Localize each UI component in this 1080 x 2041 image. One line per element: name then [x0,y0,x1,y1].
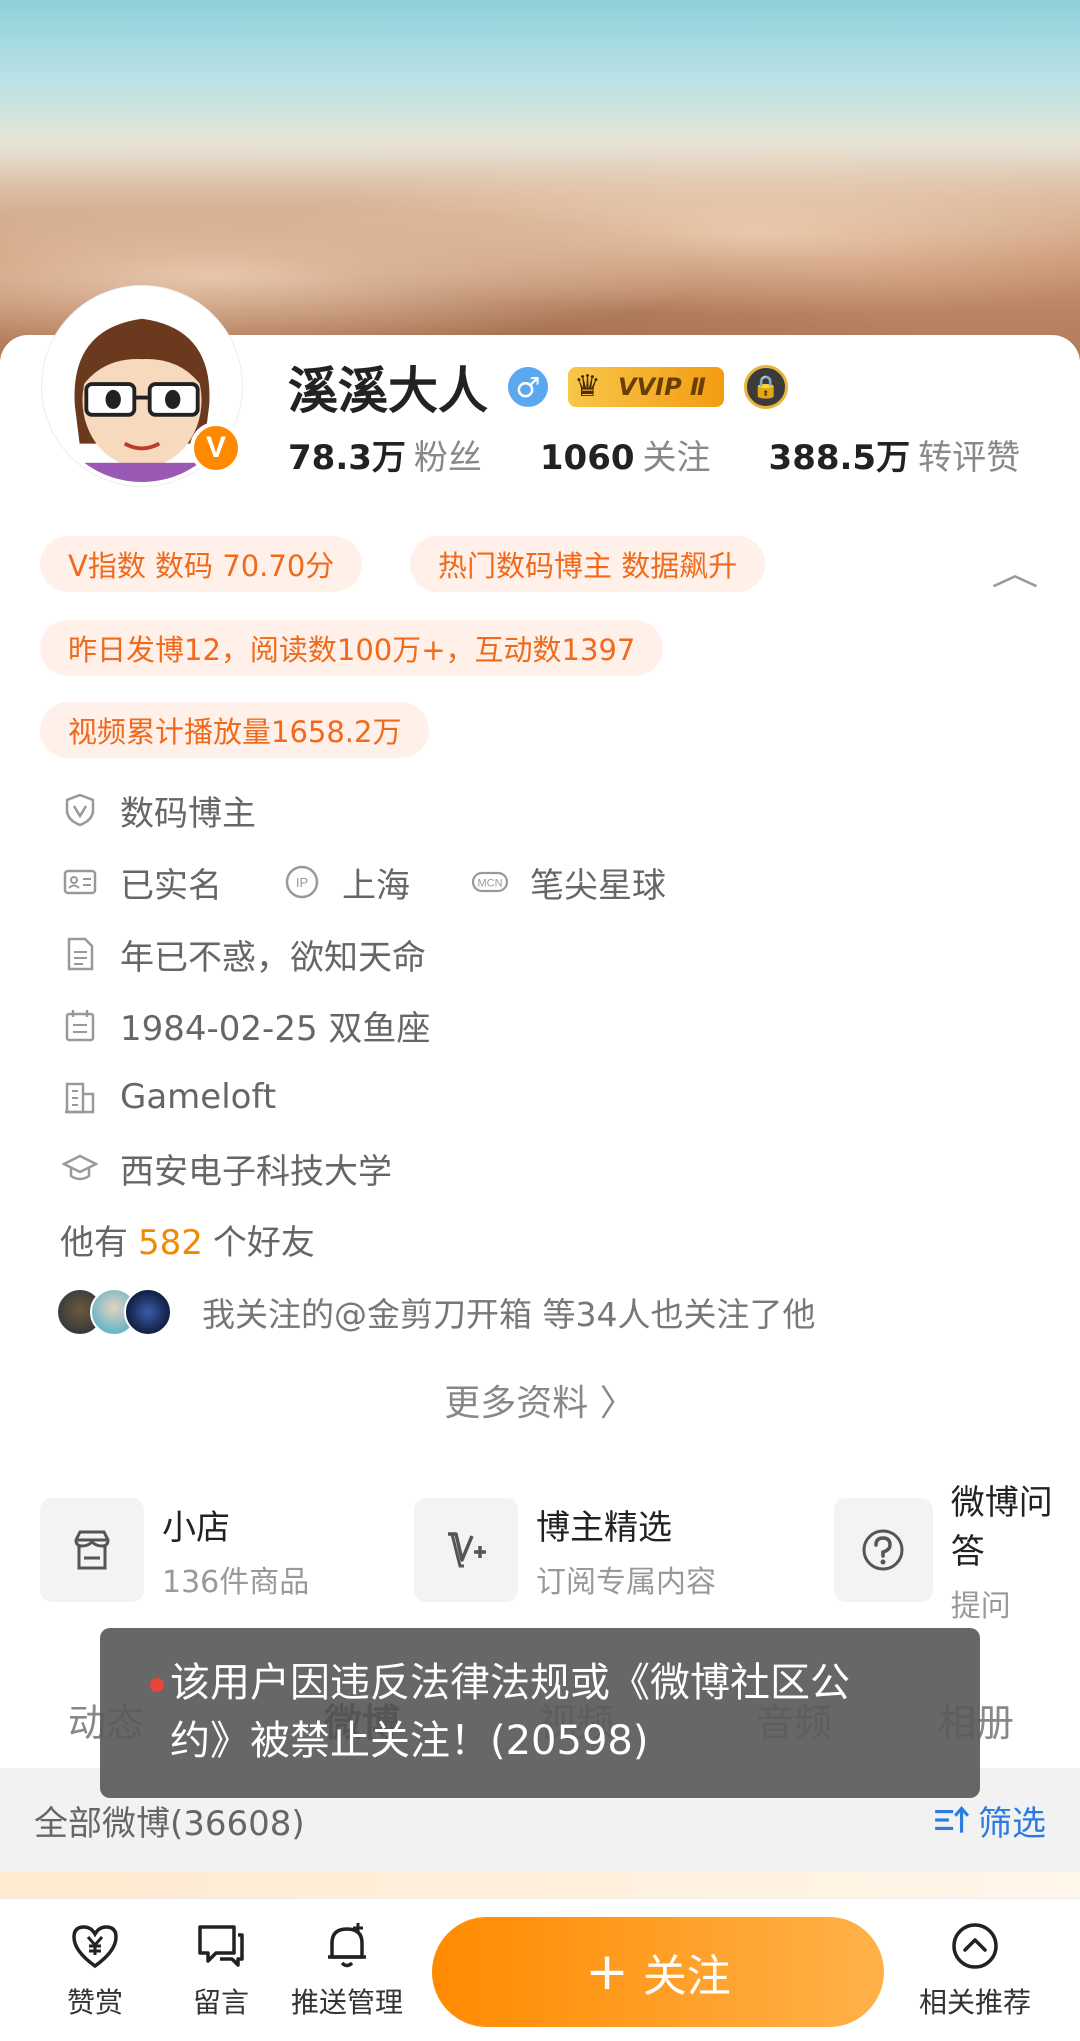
chat-bubble-icon [198,1925,244,1967]
mutual-avatar-3 [124,1288,172,1336]
message-label: 留言 [192,1986,249,2019]
all-posts-count[interactable]: 全部微博(36608) [34,1796,305,1845]
filter-icon [935,1805,970,1833]
real-name-segment: 已实名 [60,858,222,907]
mcn-text: 笔尖星球 [530,865,666,906]
toast-dot [150,1678,164,1692]
plus-icon: + [585,1942,629,2002]
tag-hot-blogger[interactable]: 热门数码博主 数据飙升 [410,536,766,592]
stats-row: 78.3万 粉丝 1060 关注 388.5万 转评赞 [288,430,1020,479]
shield-v-icon [60,790,100,830]
stat-following-label: 关注 [642,438,711,478]
bio-text: 年已不惑，欲知天命 [120,937,426,978]
stat-following[interactable]: 1060 关注 [540,430,711,479]
ip-icon: IP [282,862,322,902]
related-label: 相关推荐 [918,1986,1031,2019]
friends-count: 582 [138,1223,203,1263]
toast-line-2: 约》被禁止关注！(20598) [170,1718,649,1764]
info-bio: 年已不惑，欲知天命 [60,929,426,979]
certification-text: 数码博主 [120,793,256,834]
document-icon [60,934,100,974]
tag-video-plays[interactable]: 视频累计播放量1658.2万 [40,702,430,758]
info-company: Gameloft [60,1072,276,1122]
filter-button[interactable]: 筛选 [932,1796,1046,1845]
filter-label: 筛选 [978,1803,1046,1844]
bell-plus-icon [328,1923,366,1968]
stat-interactions-value: 388.5万 [768,438,911,478]
feature-shop-subtitle: 136件商品 [162,1564,310,1600]
feed-preview-strip [0,1872,1080,1900]
mutual-follow-text: 我关注的@金剪刀开箱 等34人也关注了他 [202,1295,816,1334]
chevron-up-icon[interactable]: ︿ [991,546,1039,595]
calendar-icon [60,1005,100,1045]
mcn-segment[interactable]: MCN 笔尖星球 [470,858,666,907]
friends-prefix: 他有 [60,1223,128,1263]
feature-qa[interactable]: 微博问答 提问 [834,1483,1080,1624]
ip-location-text: 上海 [342,865,410,906]
stat-fans-value: 78.3万 [288,438,406,478]
reward-label: 赞赏 [66,1986,123,2019]
info-school: 西安电子科技大学 [60,1143,392,1193]
friends-count-row[interactable]: 他有 582 个好友 [60,1215,315,1264]
building-icon [60,1077,100,1117]
real-name-text: 已实名 [120,865,222,906]
mcn-icon: MCN [470,862,510,902]
name-row: 溪溪大人 ♂ ♛ VVIP Ⅱ 🔒 [288,352,788,422]
stat-interactions[interactable]: 388.5万 转评赞 [769,430,1021,479]
feature-shop[interactable]: 小店 136件商品 [40,1498,309,1602]
ip-segment: IP 上海 [282,858,410,907]
push-settings-button[interactable]: 推送管理 [282,1919,412,2021]
v-plus-icon [414,1498,518,1602]
birthday-text: 1984-02-25 双鱼座 [120,1008,431,1049]
feature-qa-title: 微博问答 [950,1483,1053,1572]
verified-v-badge: V [190,422,242,474]
friends-suffix: 个好友 [212,1223,315,1263]
push-label: 推送管理 [290,1986,403,2019]
mutual-follow-row[interactable]: 我关注的@金剪刀开箱 等34人也关注了他 [56,1286,815,1338]
info-identity-row: 已实名 IP 上海 MCN 笔尖星球 [60,857,726,907]
tag-v-index[interactable]: V指数 数码 70.70分 [40,536,363,592]
vvip-badge[interactable]: ♛ VVIP Ⅱ [568,367,724,407]
info-birthday: 1984-02-25 双鱼座 [60,1000,430,1050]
feature-curated-subtitle: 订阅专属内容 [536,1564,716,1600]
related-recommend-button[interactable]: 相关推荐 [900,1919,1050,2021]
stat-interactions-label: 转评赞 [918,438,1021,478]
message-button[interactable]: 留言 [156,1919,286,2021]
vvip-label: VVIP Ⅱ [618,373,706,401]
feature-shop-title: 小店 [162,1507,230,1548]
svg-text:IP: IP [296,875,308,890]
bottom-action-bar: 赞赏 留言 推送管理 + 关注 相关推荐 [0,1898,1080,2041]
graduation-cap-icon [60,1148,100,1188]
tag-yesterday-stats[interactable]: 昨日发博12，阅读数100万+，互动数1397 [40,620,664,676]
medal-lock-icon[interactable]: 🔒 [743,365,788,409]
male-gender-icon: ♂ [508,367,548,407]
feature-qa-subtitle: 提问 [950,1589,1011,1624]
info-certification: 数码博主 [60,785,256,835]
id-card-icon [60,862,100,902]
question-icon [834,1498,933,1602]
error-toast: 该用户因违反法律法规或《微博社区公 约》被禁止关注！(20598) [100,1628,980,1798]
feature-curated-title: 博主精选 [536,1507,672,1548]
stat-fans[interactable]: 78.3万 粉丝 [288,430,482,479]
heart-yen-icon [72,1925,118,1969]
stat-fans-label: 粉丝 [413,438,482,478]
school-text: 西安电子科技大学 [120,1151,392,1192]
store-icon [40,1498,144,1602]
crown-icon: ♛ [574,369,601,404]
follow-button[interactable]: + 关注 [432,1917,884,2027]
reward-button[interactable]: 赞赏 [30,1919,160,2021]
toast-line-1: 该用户因违反法律法规或《微博社区公 [170,1660,850,1706]
follow-label: 关注 [642,1951,731,2002]
svg-text:MCN: MCN [477,878,502,890]
stat-following-value: 1060 [539,438,635,478]
user-name: 溪溪大人 [288,362,488,420]
company-text: Gameloft [120,1077,277,1117]
more-info-link[interactable]: 更多资料 〉 [0,1374,1080,1426]
feature-curated[interactable]: 博主精选 订阅专属内容 [414,1498,716,1602]
chevron-up-circle-icon [952,1923,998,1969]
